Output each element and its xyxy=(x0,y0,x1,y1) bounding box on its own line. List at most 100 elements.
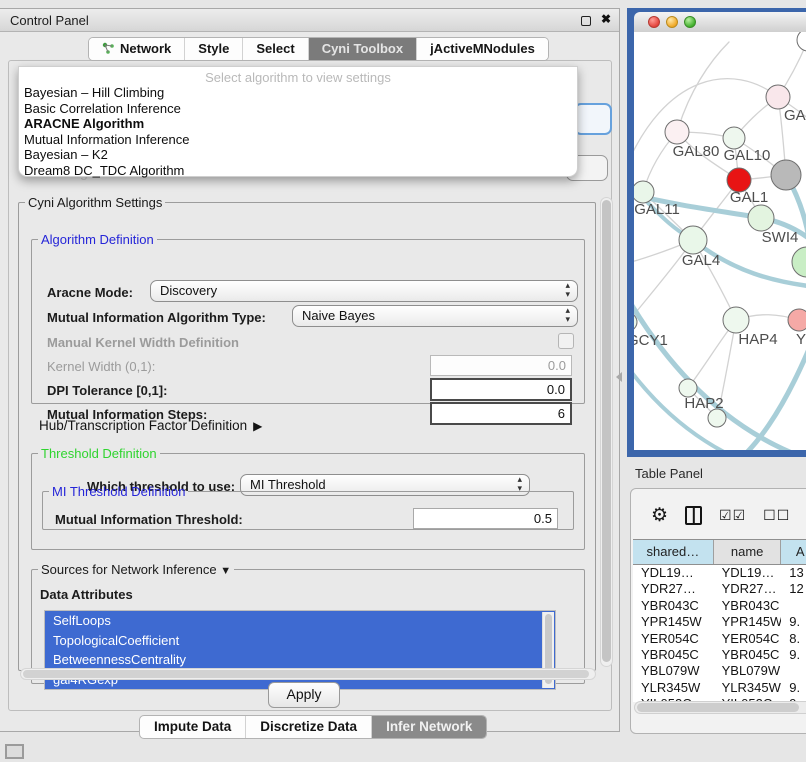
tab-infer-network[interactable]: Infer Network xyxy=(372,716,486,738)
column-header-name[interactable]: name xyxy=(714,540,782,564)
table-row[interactable]: YBL079WYBL079W xyxy=(633,663,806,679)
algorithm-option-bayesian-k2[interactable]: Bayesian – K2 xyxy=(19,147,577,163)
column-header-shared[interactable]: shared… xyxy=(633,540,714,564)
table-cell: YBL079W xyxy=(714,663,782,679)
sources-title[interactable]: Sources for Network Inference ▼ xyxy=(38,562,234,577)
mi-algorithm-type-select[interactable]: Naive Bayes ▴▾ xyxy=(292,305,578,327)
table-cell: YDR27… xyxy=(633,581,714,597)
algorithm-option-bayesian-hill-climbing[interactable]: Bayesian – Hill Climbing xyxy=(19,85,577,101)
network-window-titlebar xyxy=(634,12,806,33)
node-label: GAL11 xyxy=(634,201,680,218)
algorithm-option-basic-correlation-inference[interactable]: Basic Correlation Inference xyxy=(19,101,577,117)
table-cell: YBR043C xyxy=(714,598,782,614)
network-node[interactable] xyxy=(792,247,806,277)
attribute-item-selfloops[interactable]: SelfLoops xyxy=(45,611,555,631)
background-combo-button xyxy=(574,103,612,135)
table-cell: 13 xyxy=(781,565,806,581)
algorithm-definition-group: Algorithm Definition Aracne Mode: Discov… xyxy=(31,232,585,404)
table-row[interactable]: YPR145WYPR145W9. xyxy=(633,614,806,630)
node-label: HAP4 xyxy=(738,331,777,348)
close-icon[interactable]: ✖ xyxy=(601,12,611,26)
tab-style[interactable]: Style xyxy=(185,38,243,60)
table-cell: 9. xyxy=(781,614,806,630)
settings-vertical-scrollbar[interactable] xyxy=(600,197,613,667)
tab-select[interactable]: Select xyxy=(243,38,308,60)
tab-jactivemnodules[interactable]: jActiveMNodules xyxy=(417,38,548,60)
network-node-gal80[interactable] xyxy=(665,120,689,144)
unchecked-checkboxes-icon[interactable]: ☐☐ xyxy=(763,507,790,524)
table-row[interactable]: YLR345WYLR345W9. xyxy=(633,680,806,696)
dpi-tolerance-input[interactable]: 0.0 xyxy=(430,378,572,401)
table-cell: 9. xyxy=(781,647,806,663)
tab-impute-data[interactable]: Impute Data xyxy=(140,716,246,738)
network-node-gal11[interactable] xyxy=(634,181,654,203)
table-cell: YDR27… xyxy=(714,581,782,597)
column-header-a[interactable]: A xyxy=(781,540,806,564)
algorithm-option-dream8-dc-tdc-algorithm[interactable]: Dream8 DC_TDC Algorithm xyxy=(19,163,577,179)
tab-discretize-data[interactable]: Discretize Data xyxy=(246,716,372,738)
hub-factor-expander[interactable]: Hub/Transcription Factor Definition▶ xyxy=(39,418,262,433)
algorithm-dropdown-hint: Select algorithm to view settings xyxy=(19,67,577,85)
network-node[interactable] xyxy=(708,409,726,427)
table-cell xyxy=(781,663,806,679)
table-panel-header: Table Panel xyxy=(627,462,806,486)
network-node-hap4[interactable] xyxy=(723,307,749,333)
column-view-icon[interactable] xyxy=(685,506,702,525)
control-panel-title: Control Panel xyxy=(10,13,89,28)
network-node-swi4[interactable] xyxy=(748,205,774,231)
table-row[interactable]: YDR27…YDR27…12 xyxy=(633,581,806,597)
table-row[interactable]: YER054CYER054C8. xyxy=(633,631,806,647)
algorithm-option-aracne-algorithm[interactable]: ARACNE Algorithm xyxy=(19,116,577,132)
aracne-mode-label: Aracne Mode: xyxy=(47,285,133,300)
mi-threshold-definition-group: MI Threshold Definition Mutual Informati… xyxy=(42,484,574,530)
settings-horizontal-scrollbar[interactable] xyxy=(20,668,596,680)
mi-threshold-input[interactable]: 0.5 xyxy=(413,508,558,529)
table-row[interactable]: YDL19…YDL19…13 xyxy=(633,565,806,581)
network-node[interactable] xyxy=(797,32,806,51)
minimized-panel-icon[interactable] xyxy=(5,744,24,759)
aracne-mode-select[interactable]: Discovery ▴▾ xyxy=(150,280,578,302)
gear-icon[interactable]: ⚙ xyxy=(651,506,668,525)
close-traffic-light-icon[interactable] xyxy=(648,16,660,28)
network-node[interactable] xyxy=(771,160,801,190)
table-row[interactable]: YBR045CYBR045C9. xyxy=(633,647,806,663)
combo-stepper-icon: ▴▾ xyxy=(565,281,570,299)
table-row[interactable]: YBR043CYBR043C xyxy=(633,598,806,614)
network-node-gal10[interactable] xyxy=(723,127,745,149)
zoom-traffic-light-icon[interactable] xyxy=(684,16,696,28)
mi-algorithm-type-label: Mutual Information Algorithm Type: xyxy=(47,310,266,325)
checked-checkboxes-icon[interactable]: ☑☑ xyxy=(719,507,746,524)
data-attributes-label: Data Attributes xyxy=(40,587,133,602)
bottom-tab-bar: Impute DataDiscretize DataInfer Network xyxy=(139,715,487,739)
expander-expanded-icon: ▼ xyxy=(220,565,231,577)
attribute-item-betweennesscentrality[interactable]: BetweennessCentrality xyxy=(45,650,555,670)
node-label: GAL80 xyxy=(673,143,720,160)
manual-kernel-width-label: Manual Kernel Width Definition xyxy=(47,335,239,350)
table-cell: YDL19… xyxy=(633,565,714,581)
network-node-y[interactable] xyxy=(788,309,806,331)
tab-network[interactable]: Network xyxy=(89,38,185,60)
table-cell: YBR043C xyxy=(633,598,714,614)
node-label: GAL4 xyxy=(682,252,720,269)
node-label: GAL10 xyxy=(724,147,771,164)
apply-button[interactable]: Apply xyxy=(268,682,340,708)
node-attribute-table[interactable]: shared…nameA YDL19…YDL19…13YDR27…YDR27…1… xyxy=(633,539,806,702)
float-window-icon[interactable] xyxy=(581,16,591,26)
threshold-definition-title: Threshold Definition xyxy=(38,446,160,461)
pane-splitter-handle[interactable] xyxy=(616,372,622,382)
node-label: GAL1 xyxy=(730,189,768,206)
network-canvas[interactable]: GALGAL80GAL10GAL1GAL11SWI4GAL4GCY1HAP4YH… xyxy=(634,32,806,450)
manual-kernel-width-checkbox[interactable] xyxy=(558,333,574,349)
algorithm-option-mutual-information-inference[interactable]: Mutual Information Inference xyxy=(19,132,577,148)
table-cell: 12 xyxy=(781,581,806,597)
algorithm-dropdown-popup: Select algorithm to view settings Bayesi… xyxy=(18,66,578,177)
table-horizontal-scrollbar[interactable] xyxy=(634,701,806,714)
mi-steps-input[interactable]: 6 xyxy=(430,402,572,425)
attribute-item-topologicalcoefficient[interactable]: TopologicalCoefficient xyxy=(45,631,555,651)
network-node-gal[interactable] xyxy=(766,85,790,109)
tab-cyni-toolbox[interactable]: Cyni Toolbox xyxy=(309,38,417,60)
minimize-traffic-light-icon[interactable] xyxy=(666,16,678,28)
kernel-width-input[interactable]: 0.0 xyxy=(430,355,572,376)
control-panel-window: Control Panel ✖ gal-filtered sif default… xyxy=(0,8,620,732)
network-node-gal4[interactable] xyxy=(679,226,707,254)
